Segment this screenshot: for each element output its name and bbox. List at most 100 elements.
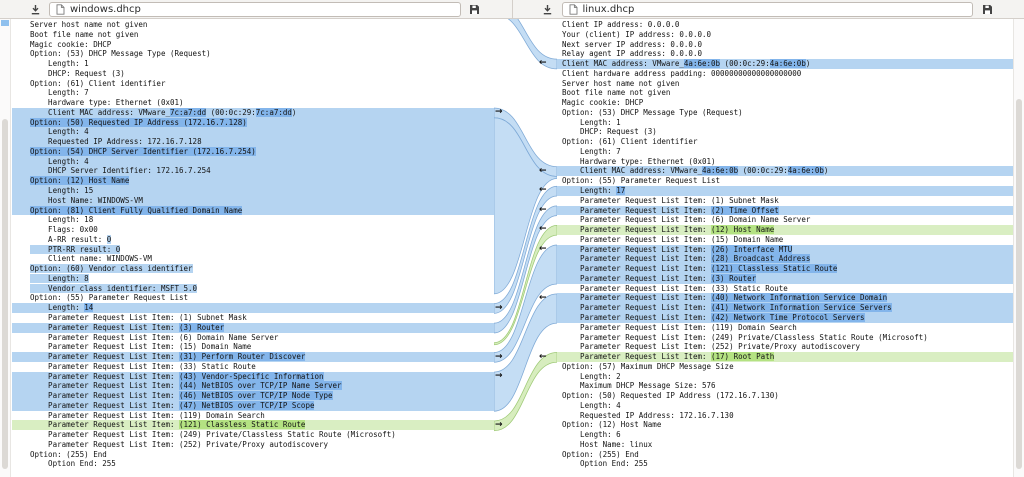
code-text: Parameter Request List Item: (15) Domain…: [562, 235, 783, 244]
code-line: Length: 1: [12, 59, 494, 69]
push-change-right-icon[interactable]: →: [495, 421, 503, 431]
left-code-pane[interactable]: Server host name not givenBoot file name…: [12, 19, 494, 477]
file-chooser-right[interactable]: linux.dhcp: [562, 2, 974, 17]
code-text: Length: 4: [562, 401, 621, 410]
code-text: Length: 7: [562, 147, 621, 156]
code-text: Length:: [30, 303, 84, 312]
right-scrollbar-thumb[interactable]: [1016, 99, 1022, 469]
diff-map-mark: [1, 20, 9, 26]
left-scrollbar-thumb[interactable]: [2, 119, 8, 469]
code-text: Parameter Request List Item:: [30, 372, 179, 381]
code-text: Option End: 255: [30, 459, 116, 468]
right-code-pane[interactable]: Client IP address: 0.0.0.0Your (client) …: [557, 19, 1013, 477]
code-line: Length: 6: [557, 430, 1013, 440]
code-line: Hardware type: Ethernet (0x01): [557, 157, 1013, 167]
code-text: Parameter Request List Item: (6) Domain …: [562, 215, 810, 224]
code-line: Option: (54) DHCP Server Identifier (172…: [12, 147, 494, 157]
code-line: Parameter Request List Item: (119) Domai…: [557, 323, 1013, 333]
code-text: Option: (255) End: [30, 450, 107, 459]
code-text: (31) Perform Router Discover: [179, 352, 305, 361]
code-line: Length: 14: [12, 303, 494, 313]
push-change-left-icon[interactable]: ←: [539, 245, 547, 255]
code-text: Parameter Request List Item:: [30, 323, 179, 332]
push-change-left-icon[interactable]: ←: [539, 59, 547, 69]
push-change-left-icon[interactable]: ←: [539, 206, 547, 216]
push-change-right-icon[interactable]: →: [495, 372, 503, 382]
code-line: Option: (81) Client Fully Qualified Doma…: [12, 206, 494, 216]
push-change-left-icon[interactable]: ←: [539, 186, 547, 196]
code-text: (12) Host Name: [711, 225, 774, 234]
left-pane-header: windows.dhcp: [0, 0, 512, 18]
code-text: Parameter Request List Item:: [562, 313, 711, 322]
code-line: Option: (12) Host Name: [12, 176, 494, 186]
code-line: Host Name: WINDOWS-VM: [12, 196, 494, 206]
code-line: Length: 4: [12, 157, 494, 167]
code-text: Parameter Request List Item:: [30, 381, 179, 390]
code-text: Host Name: linux: [562, 440, 652, 449]
code-text: (121) Classless Static Route: [711, 264, 837, 273]
code-line: DHCP Server Identifier: 172.16.7.254: [12, 166, 494, 176]
code-line: Option: (57) Maximum DHCP Message Size: [557, 362, 1013, 372]
code-line: Option: (255) End: [12, 450, 494, 460]
push-change-right-icon[interactable]: →: [495, 304, 503, 314]
code-text: (00:0c:29:: [720, 59, 770, 68]
code-line: Client hardware address padding: 0000000…: [557, 69, 1013, 79]
save-icon-glyph: [469, 4, 480, 15]
document-icon: [569, 4, 578, 15]
code-text: Option: (60) Vendor class identifier: [30, 264, 193, 273]
code-text: Length: 15: [30, 186, 93, 195]
code-line: Parameter Request List Item: (6) Domain …: [12, 333, 494, 343]
right-scrollbar[interactable]: [1013, 19, 1024, 477]
push-change-left-icon[interactable]: ←: [539, 167, 547, 177]
download-icon-glyph: [542, 4, 553, 15]
code-text: Option: (12) Host Name: [30, 176, 129, 185]
push-change-right-icon[interactable]: →: [495, 108, 503, 118]
code-text: Maximum DHCP Message Size: 576: [562, 381, 716, 390]
push-change-left-icon[interactable]: ←: [539, 353, 547, 363]
code-text: Parameter Request List Item: (249) Priva…: [30, 430, 396, 439]
code-line: Parameter Request List Item: (44) NetBIO…: [12, 381, 494, 391]
code-text: (28) Broadcast Address: [711, 254, 810, 263]
code-text: (42) Network Time Protocol Servers: [711, 313, 865, 322]
push-change-left-icon[interactable]: ←: [539, 225, 547, 235]
code-text: Vendor class identifier: MSFT 5.0: [30, 284, 197, 293]
code-text: Host Name: WINDOWS-VM: [30, 196, 143, 205]
code-text: (17) Root Path: [711, 352, 774, 361]
code-text: Parameter Request List Item: (249) Priva…: [562, 333, 928, 342]
code-text: Your (client) IP address: 0.0.0.0: [562, 30, 711, 39]
file-chooser-left[interactable]: windows.dhcp: [49, 2, 461, 17]
diff-connectors: [494, 19, 557, 477]
code-line: Option: (255) End: [557, 450, 1013, 460]
code-line: Option: (55) Parameter Request List: [557, 176, 1013, 186]
code-text: Hardware type: Ethernet (0x01): [30, 98, 184, 107]
code-text: (00:0c:29:: [738, 166, 788, 175]
code-text: Option: (12) Host Name: [562, 420, 661, 429]
push-change-left-icon[interactable]: ←: [539, 294, 547, 304]
save-icon[interactable]: [980, 2, 994, 16]
code-line: Parameter Request List Item: (1) Subnet …: [557, 196, 1013, 206]
code-text: Magic cookie: DHCP: [30, 40, 111, 49]
code-text: Option: (255) End: [562, 450, 639, 459]
code-text: Parameter Request List Item:: [562, 254, 711, 263]
code-line: Option End: 255: [557, 459, 1013, 469]
download-icon[interactable]: [541, 2, 555, 16]
code-text: (3) Router: [179, 323, 224, 332]
code-line: Parameter Request List Item: (17) Root P…: [557, 352, 1013, 362]
code-text: Parameter Request List Item:: [562, 303, 711, 312]
code-text: Parameter Request List Item: (33) Static…: [30, 362, 256, 371]
code-line: Client MAC address: VMware_7c:a7:dd (00:…: [12, 108, 494, 118]
download-icon[interactable]: [28, 2, 42, 16]
code-text: Parameter Request List Item: (6) Domain …: [30, 333, 278, 342]
code-line: Parameter Request List Item: (119) Domai…: [12, 411, 494, 421]
code-text: Parameter Request List Item: (252) Priva…: [562, 342, 860, 351]
left-scrollbar[interactable]: [0, 19, 11, 477]
code-text: Flags: 0x00: [30, 225, 98, 234]
code-text: Magic cookie: DHCP: [562, 98, 643, 107]
code-text: 4a:6e:0b: [788, 166, 824, 175]
push-change-right-icon[interactable]: →: [495, 353, 503, 363]
code-line: Length: 7: [557, 147, 1013, 157]
code-text: 4a:6e:0b: [702, 166, 738, 175]
code-text: Parameter Request List Item:: [562, 245, 711, 254]
code-line: Length: 17: [557, 186, 1013, 196]
save-icon[interactable]: [468, 2, 482, 16]
